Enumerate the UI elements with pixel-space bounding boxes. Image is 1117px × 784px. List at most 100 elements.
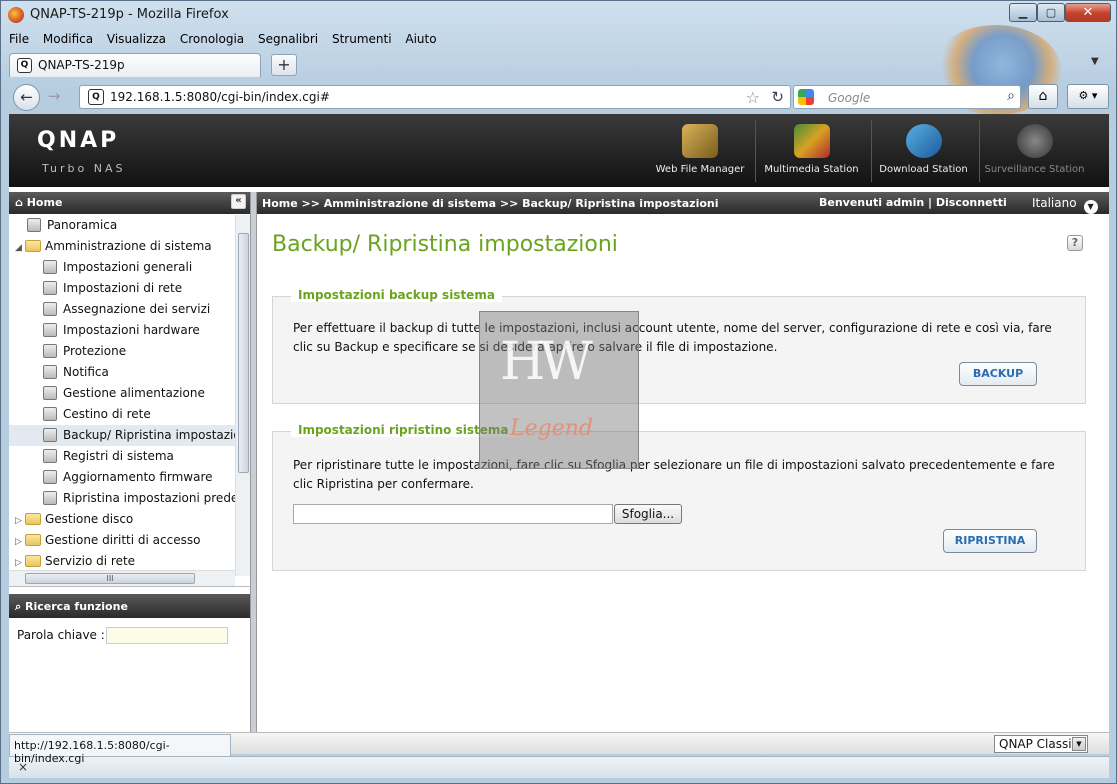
address-bar[interactable]: Q 192.168.1.5:8080/cgi-bin/index.cgi# ☆ … bbox=[79, 85, 791, 109]
help-icon[interactable]: ? bbox=[1067, 235, 1083, 251]
reload-icon[interactable]: ↻ bbox=[771, 88, 784, 106]
minimize-button[interactable]: ▁ bbox=[1009, 3, 1037, 22]
sidebar-item-hardware[interactable]: Impostazioni hardware bbox=[9, 320, 235, 341]
download-station-button[interactable]: Download Station bbox=[871, 120, 975, 182]
menu-cronologia[interactable]: Cronologia bbox=[180, 32, 244, 46]
maximize-button[interactable]: ▢ bbox=[1037, 3, 1065, 22]
sidebar-horizontal-scrollbar[interactable]: III bbox=[9, 570, 235, 586]
sidebar-item-cestino[interactable]: Cestino di rete bbox=[9, 404, 235, 425]
skin-selected-value: QNAP Classic bbox=[999, 737, 1079, 751]
sidebar-item-protezione[interactable]: Protezione bbox=[9, 341, 235, 362]
menu-strumenti[interactable]: Strumenti bbox=[332, 32, 392, 46]
restore-button[interactable]: RIPRISTINA bbox=[943, 529, 1037, 553]
forward-button[interactable]: → bbox=[43, 84, 65, 111]
firmware-icon bbox=[43, 470, 57, 484]
search-input[interactable]: Google ⌕ bbox=[793, 85, 1021, 109]
multimedia-station-button[interactable]: Multimedia Station bbox=[755, 120, 867, 182]
sidebar-item-label: Ripristina impostazioni predefinite bbox=[63, 491, 235, 505]
folder-icon bbox=[25, 534, 41, 546]
close-button[interactable]: ✕ bbox=[1065, 3, 1111, 22]
menu-modifica[interactable]: Modifica bbox=[43, 32, 93, 46]
folder-icon bbox=[25, 555, 41, 567]
panel-splitter[interactable] bbox=[250, 192, 257, 732]
menu-bar: File Modifica Visualizza Cronologia Segn… bbox=[9, 32, 447, 50]
sidebar-item-ripristina-predefinite[interactable]: Ripristina impostazioni predefinite bbox=[9, 488, 235, 509]
welcome-logout-link[interactable]: Benvenuti admin | Disconnetti bbox=[819, 192, 1007, 214]
sidebar-item-diritti-accesso[interactable]: ▷ Gestione diritti di accesso bbox=[9, 530, 235, 551]
sidebar-item-label: Assegnazione dei servizi bbox=[63, 302, 211, 316]
sidebar-item-alimentazione[interactable]: Gestione alimentazione bbox=[9, 383, 235, 404]
sidebar-item-label: Impostazioni generali bbox=[63, 260, 193, 274]
menu-visualizza[interactable]: Visualizza bbox=[107, 32, 166, 46]
scrollbar-thumb[interactable]: III bbox=[25, 573, 195, 584]
download-icon bbox=[905, 124, 942, 158]
surveillance-station-button[interactable]: Surveillance Station bbox=[979, 120, 1089, 182]
chevron-down-icon[interactable]: ▼ bbox=[1072, 737, 1086, 751]
reset-icon bbox=[43, 491, 57, 505]
watermark-line1: HW bbox=[500, 332, 593, 392]
collapsed-arrow-icon[interactable]: ▷ bbox=[15, 511, 25, 532]
restore-file-input[interactable] bbox=[293, 504, 613, 524]
menu-file[interactable]: File bbox=[9, 32, 29, 46]
web-file-manager-button[interactable]: Web File Manager bbox=[649, 120, 751, 182]
tab-label: QNAP-TS-219p bbox=[38, 58, 125, 72]
find-function-panel: Parola chiave : bbox=[9, 618, 250, 728]
keyword-label: Parola chiave : bbox=[17, 628, 105, 642]
sidebar-home-label[interactable]: Home bbox=[27, 196, 63, 209]
keyword-input[interactable] bbox=[106, 627, 228, 644]
sidebar-item-impostazioni-generali[interactable]: Impostazioni generali bbox=[9, 257, 235, 278]
addon-button[interactable]: ⚙ ▾ bbox=[1067, 84, 1109, 109]
sidebar-item-label: Gestione alimentazione bbox=[63, 386, 205, 400]
collapsed-arrow-icon[interactable]: ▷ bbox=[15, 532, 25, 553]
sidebar-item-servizio-rete[interactable]: ▷ Servizio di rete bbox=[9, 551, 235, 572]
sidebar-item-label: Impostazioni hardware bbox=[63, 323, 200, 337]
status-bar: × bbox=[9, 756, 1109, 778]
qnap-header: QNAP Turbo NAS Web File Manager Multimed… bbox=[9, 114, 1109, 187]
menu-segnalibri[interactable]: Segnalibri bbox=[258, 32, 318, 46]
sidebar-item-label: Gestione diritti di accesso bbox=[45, 533, 201, 547]
app-label: Web File Manager bbox=[655, 164, 745, 175]
home-icon: ⌂ bbox=[15, 196, 23, 209]
back-button[interactable]: ← bbox=[13, 84, 40, 111]
menu-aiuto[interactable]: Aiuto bbox=[405, 32, 436, 46]
status-link-preview: http://192.168.1.5:8080/cgi-bin/index.cg… bbox=[9, 734, 231, 765]
language-label: Italiano bbox=[1032, 196, 1077, 210]
sidebar-item-gestione-disco[interactable]: ▷ Gestione disco bbox=[9, 509, 235, 530]
sidebar-item-impostazioni-rete[interactable]: Impostazioni di rete bbox=[9, 278, 235, 299]
sidebar-item-registri[interactable]: Registri di sistema bbox=[9, 446, 235, 467]
sidebar-item-label: Gestione disco bbox=[45, 512, 134, 526]
language-selector[interactable]: Italiano ▼ bbox=[1032, 192, 1098, 214]
sidebar-item-amministrazione[interactable]: ◢ Amministrazione di sistema bbox=[9, 236, 235, 257]
bookmark-star-icon[interactable]: ☆ bbox=[746, 88, 760, 107]
sidebar-divider bbox=[9, 586, 250, 592]
expanded-arrow-icon[interactable]: ◢ bbox=[15, 238, 25, 259]
sidebar-item-notifica[interactable]: Notifica bbox=[9, 362, 235, 383]
sidebar-item-firmware[interactable]: Aggiornamento firmware bbox=[9, 467, 235, 488]
collapse-sidebar-button[interactable]: « bbox=[231, 194, 246, 209]
sidebar-tree: Panoramica ◢ Amministrazione di sistema I… bbox=[9, 215, 235, 576]
breadcrumb-bar: Home >> Amministrazione di sistema >> Ba… bbox=[257, 192, 1109, 214]
network-icon bbox=[43, 281, 57, 295]
sidebar-item-label: Notifica bbox=[63, 365, 109, 379]
browse-button[interactable]: Sfoglia... bbox=[614, 504, 682, 524]
home-button[interactable]: ⌂ bbox=[1028, 84, 1058, 109]
find-function-title: Ricerca funzione bbox=[25, 600, 128, 613]
breadcrumb[interactable]: Home >> Amministrazione di sistema >> Ba… bbox=[262, 197, 719, 210]
tab-qnap[interactable]: Q QNAP-TS-219p bbox=[9, 53, 261, 77]
sidebar-item-panoramica[interactable]: Panoramica bbox=[9, 215, 235, 236]
sidebar-item-servizi[interactable]: Assegnazione dei servizi bbox=[9, 299, 235, 320]
chevron-down-icon[interactable]: ▼ bbox=[1083, 200, 1098, 214]
scrollbar-thumb[interactable] bbox=[238, 233, 249, 473]
search-icon[interactable]: ⌕ bbox=[1007, 88, 1015, 104]
new-tab-button[interactable]: + bbox=[271, 54, 297, 76]
backup-button[interactable]: BACKUP bbox=[959, 362, 1037, 386]
sidebar-item-backup[interactable]: Backup/ Ripristina impostazioni bbox=[9, 425, 235, 446]
notification-icon bbox=[43, 365, 57, 379]
tab-list-icon[interactable]: ▼ bbox=[1091, 56, 1099, 67]
sidebar-vertical-scrollbar[interactable] bbox=[235, 215, 250, 576]
backup-section: Impostazioni backup sistema Per effettua… bbox=[272, 288, 1086, 404]
qnap-favicon-icon: Q bbox=[17, 58, 32, 73]
skin-select[interactable]: QNAP Classic ▼ bbox=[994, 735, 1088, 753]
qnap-logo: QNAP bbox=[37, 128, 120, 153]
multimedia-icon bbox=[793, 124, 830, 158]
